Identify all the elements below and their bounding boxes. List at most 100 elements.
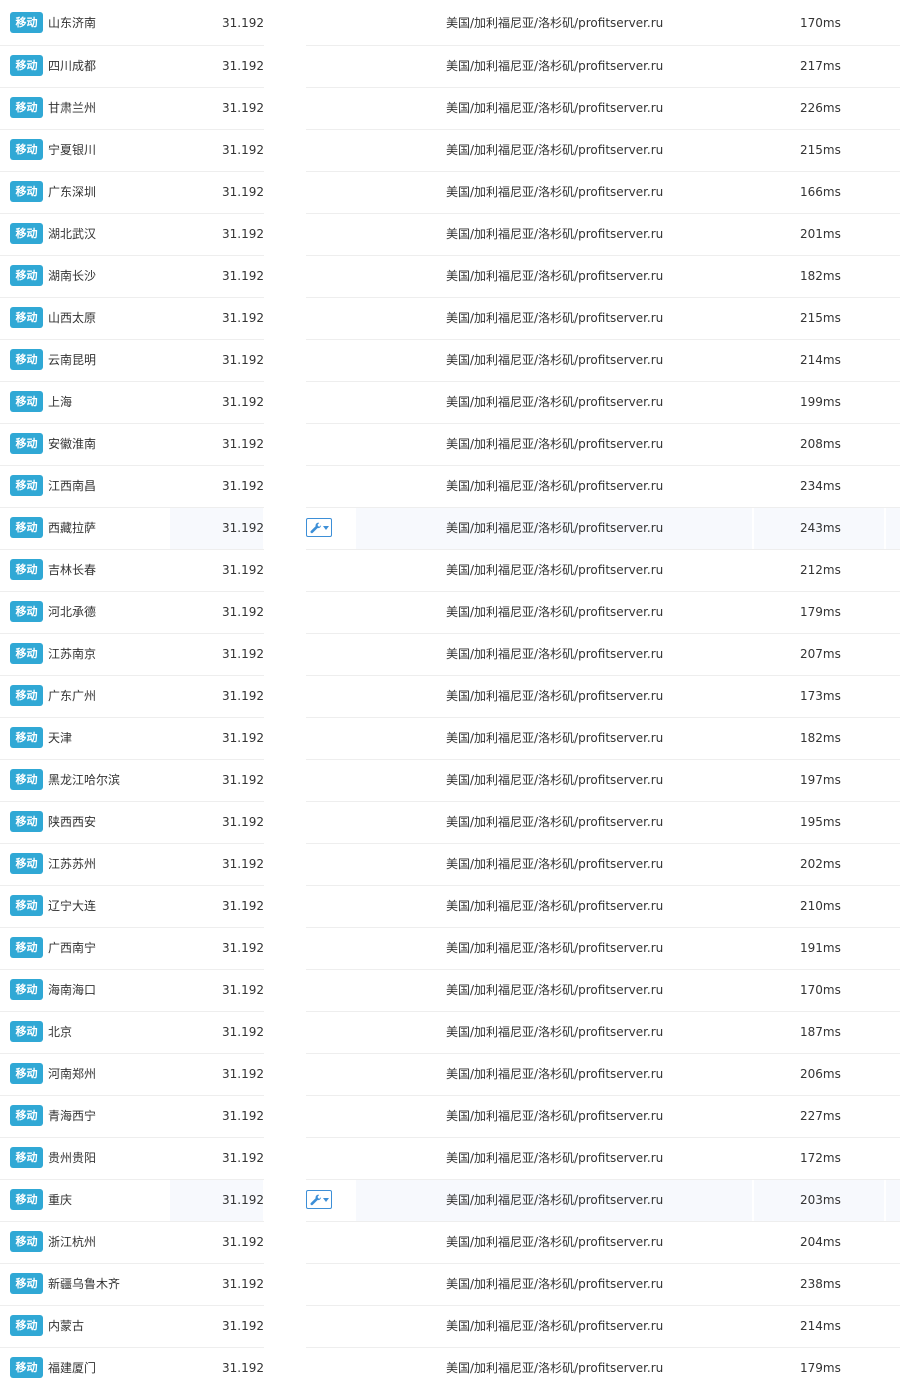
ip-location: 美国/加利福尼亚/洛杉矶/profitserver.ru [446,269,664,283]
resolved-ip[interactable]: 31.192. [222,1180,264,1220]
table-row[interactable]: 移动 内蒙古 31.192. 美国/加利福尼亚/洛杉矶/profitserver.ru… [0,1305,900,1347]
resolved-ip[interactable]: 31.192. [222,718,264,758]
column-gap [264,549,306,591]
resolved-ip[interactable]: 31.192. [222,172,264,212]
resolved-ip[interactable]: 31.192. [222,592,264,632]
resolved-ip[interactable]: 31.192. [222,550,264,590]
table-row[interactable]: 移动 甘肃兰州 31.192. 美国/加利福尼亚/洛杉矶/profitserver.r… [0,87,900,129]
table-row[interactable]: 移动 浙江杭州 31.192. 美国/加利福尼亚/洛杉矶/profitserver.r… [0,1221,900,1263]
isp-badge: 移动 [10,55,43,76]
table-row[interactable]: 移动 山东济南 31.192. 美国/加利福尼亚/洛杉矶/profitserver.r… [0,2,900,45]
resolved-ip[interactable]: 31.192. [222,1054,264,1094]
column-gap [264,465,306,507]
table-row[interactable]: 移动 海南海口 31.192. 美国/加利福尼亚/洛杉矶/profitserver.r… [0,969,900,1011]
ip-location: 美国/加利福尼亚/洛杉矶/profitserver.ru [446,605,664,619]
table-row[interactable]: 移动 西藏拉萨 31.192. 美国/加利福尼亚/洛杉矶/profitserver.r… [0,507,900,549]
isp-badge: 移动 [10,1273,43,1294]
table-row[interactable]: 移动 湖北武汉 31.192. 美国/加利福尼亚/洛杉矶/profitserver.r… [0,213,900,255]
isp-badge: 移动 [10,1021,43,1042]
column-gap [264,213,306,255]
table-row[interactable]: 移动 贵州贵阳 31.192. 美国/加利福尼亚/洛杉矶/profitserver.r… [0,1137,900,1179]
resolved-ip[interactable]: 31.192. [222,256,264,296]
column-gap [264,1305,306,1347]
resolved-ip[interactable]: 31.192. [222,1348,264,1388]
resolved-ip[interactable]: 31.192. [222,802,264,842]
column-gap [264,885,306,927]
table-row[interactable]: 移动 山西太原 31.192. 美国/加利福尼亚/洛杉矶/profitserver.r… [0,297,900,339]
ping-latency: 215ms [800,143,841,157]
resolved-ip[interactable]: 31.192. [222,634,264,674]
resolved-ip[interactable]: 31.192. [222,508,264,548]
node-city: 安徽淮南 [48,437,97,451]
resolved-ip[interactable]: 31.192. [222,970,264,1010]
resolved-ip[interactable]: 31.192. [222,382,264,422]
resolved-ip[interactable]: 31.192. [222,1264,264,1304]
ip-location: 美国/加利福尼亚/洛杉矶/profitserver.ru [446,59,664,73]
tools-dropdown-button[interactable] [306,518,332,537]
table-row[interactable]: 移动 北京 31.192. 美国/加利福尼亚/洛杉矶/profitserver.ru 1… [0,1011,900,1053]
resolved-ip[interactable]: 31.192. [222,928,264,968]
tools-dropdown-button[interactable] [306,1190,332,1209]
table-row[interactable]: 移动 江苏南京 31.192. 美国/加利福尼亚/洛杉矶/profitserver.r… [0,633,900,675]
resolved-ip[interactable]: 31.192. [222,424,264,464]
ip-location: 美国/加利福尼亚/洛杉矶/profitserver.ru [446,563,664,577]
column-gap [264,717,306,759]
table-row[interactable]: 移动 上海 31.192. 美国/加利福尼亚/洛杉矶/profitserver.ru 1… [0,381,900,423]
resolved-ip[interactable]: 31.192. [222,3,264,43]
resolved-ip[interactable]: 31.192. [222,1138,264,1178]
isp-badge: 移动 [10,937,43,958]
resolved-ip[interactable]: 31.192. [222,130,264,170]
table-row[interactable]: 移动 辽宁大连 31.192. 美国/加利福尼亚/洛杉矶/profitserver.r… [0,885,900,927]
table-row[interactable]: 移动 黑龙江哈尔滨 31.192. 美国/加利福尼亚/洛杉矶/profitserver… [0,759,900,801]
ip-location: 美国/加利福尼亚/洛杉矶/profitserver.ru [446,353,664,367]
table-row[interactable]: 移动 吉林长春 31.192. 美国/加利福尼亚/洛杉矶/profitserver.r… [0,549,900,591]
table-row[interactable]: 移动 广东广州 31.192. 美国/加利福尼亚/洛杉矶/profitserver.r… [0,675,900,717]
isp-badge: 移动 [10,181,43,202]
table-row[interactable]: 移动 四川成都 31.192. 美国/加利福尼亚/洛杉矶/profitserver.r… [0,45,900,87]
table-row[interactable]: 移动 青海西宁 31.192. 美国/加利福尼亚/洛杉矶/profitserver.r… [0,1095,900,1137]
table-row[interactable]: 移动 广东深圳 31.192. 美国/加利福尼亚/洛杉矶/profitserver.r… [0,171,900,213]
table-row[interactable]: 移动 天津 31.192. 美国/加利福尼亚/洛杉矶/profitserver.ru 1… [0,717,900,759]
resolved-ip[interactable]: 31.192. [222,844,264,884]
table-row[interactable]: 移动 宁夏银川 31.192. 美国/加利福尼亚/洛杉矶/profitserver.r… [0,129,900,171]
table-row[interactable]: 移动 河南郑州 31.192. 美国/加利福尼亚/洛杉矶/profitserver.r… [0,1053,900,1095]
resolved-ip[interactable]: 31.192. [222,466,264,506]
resolved-ip[interactable]: 31.192. [222,1096,264,1136]
node-city: 贵州贵阳 [48,1151,97,1165]
node-city: 青海西宁 [48,1109,97,1123]
resolved-ip[interactable]: 31.192. [222,88,264,128]
resolved-ip[interactable]: 31.192. [222,46,264,86]
isp-badge: 移动 [10,727,43,748]
table-row[interactable]: 移动 重庆 31.192. 美国/加利福尼亚/洛杉矶/profitserver.ru 2… [0,1179,900,1221]
table-row[interactable]: 移动 广西南宁 31.192. 美国/加利福尼亚/洛杉矶/profitserver.r… [0,927,900,969]
chevron-down-icon [322,1197,329,1202]
table-row[interactable]: 移动 江苏苏州 31.192. 美国/加利福尼亚/洛杉矶/profitserver.r… [0,843,900,885]
node-city: 浙江杭州 [48,1235,97,1249]
isp-badge: 移动 [10,979,43,1000]
ip-location: 美国/加利福尼亚/洛杉矶/profitserver.ru [446,16,664,30]
table-row[interactable]: 移动 安徽淮南 31.192. 美国/加利福尼亚/洛杉矶/profitserver.r… [0,423,900,465]
table-row[interactable]: 移动 湖南长沙 31.192. 美国/加利福尼亚/洛杉矶/profitserver.r… [0,255,900,297]
resolved-ip[interactable]: 31.192. [222,676,264,716]
ping-latency: 238ms [800,1277,841,1291]
resolved-ip[interactable]: 31.192. [222,1306,264,1346]
table-row[interactable]: 移动 河北承德 31.192. 美国/加利福尼亚/洛杉矶/profitserver.r… [0,591,900,633]
table-row[interactable]: 移动 江西南昌 31.192. 美国/加利福尼亚/洛杉矶/profitserver.r… [0,465,900,507]
resolved-ip[interactable]: 31.192. [222,1012,264,1052]
ip-location: 美国/加利福尼亚/洛杉矶/profitserver.ru [446,1067,664,1081]
table-row[interactable]: 移动 陕西西安 31.192. 美国/加利福尼亚/洛杉矶/profitserver.r… [0,801,900,843]
resolved-ip[interactable]: 31.192. [222,1222,264,1262]
table-row[interactable]: 移动 福建厦门 31.192. 美国/加利福尼亚/洛杉矶/profitserver.r… [0,1347,900,1389]
resolved-ip[interactable]: 31.192. [222,298,264,338]
resolved-ip[interactable]: 31.192. [222,760,264,800]
resolved-ip[interactable]: 31.192. [222,214,264,254]
ping-latency: 207ms [800,647,841,661]
resolved-ip[interactable]: 31.192. [222,886,264,926]
isp-badge: 移动 [10,601,43,622]
ping-latency: 210ms [800,899,841,913]
ip-location: 美国/加利福尼亚/洛杉矶/profitserver.ru [446,689,664,703]
resolved-ip[interactable]: 31.192. [222,340,264,380]
table-row[interactable]: 移动 新疆乌鲁木齐 31.192. 美国/加利福尼亚/洛杉矶/profitserver… [0,1263,900,1305]
node-city: 湖北武汉 [48,227,97,241]
table-row[interactable]: 移动 云南昆明 31.192. 美国/加利福尼亚/洛杉矶/profitserver.r… [0,339,900,381]
